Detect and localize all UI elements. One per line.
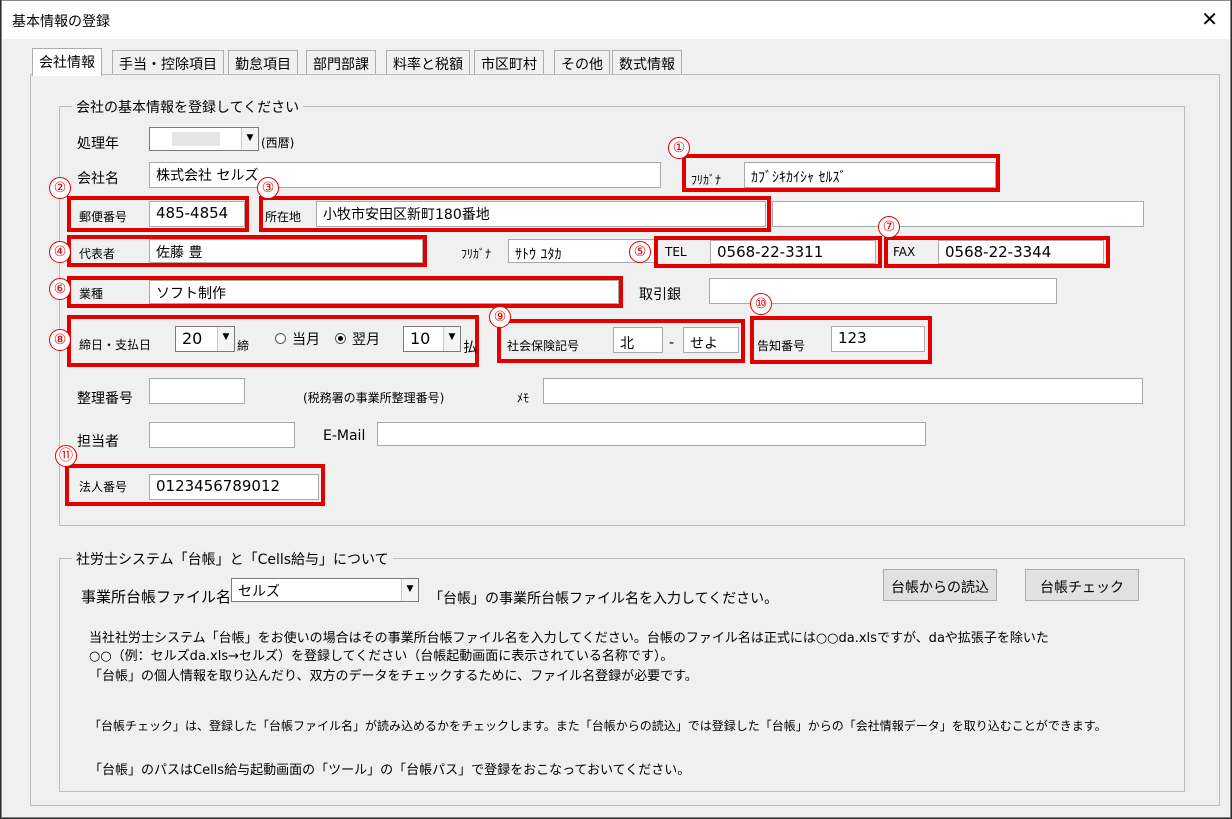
closing-suffix: 締	[237, 339, 250, 353]
marker-8: ⑧	[49, 329, 71, 351]
tab-panel: 会社の基本情報を登録してください 処理年 ▼ (西暦) 会社名 株式会社 セルズ…	[30, 74, 1220, 806]
person-label: 担当者	[77, 434, 119, 450]
note-line: 「台帳」の個人情報を取り込んだり、双方のデータをチェックするために、ファイル名登…	[89, 669, 698, 684]
tab-allowance[interactable]: 手当・控除項目	[112, 50, 224, 74]
fax-input[interactable]: 0568-22-3344	[938, 240, 1104, 264]
corp-no-label: 法人番号	[79, 480, 128, 494]
radio-next-month[interactable]	[335, 333, 346, 344]
notice-input[interactable]: 123	[831, 326, 925, 352]
marker-10: ⑩	[750, 293, 772, 315]
company-name-input[interactable]: 株式会社 セルズ	[149, 162, 661, 188]
radio-this-month-label: 当月	[292, 332, 320, 348]
social-input-2[interactable]: せよ	[683, 327, 739, 353]
marker-9: ⑨	[489, 306, 511, 328]
rep-label: 代表者	[79, 247, 116, 261]
memo-label: ﾒﾓ	[517, 391, 530, 405]
pay-day-select[interactable]: 10 ▼	[403, 326, 461, 352]
person-input[interactable]	[149, 422, 295, 448]
furigana-rep-label: ﾌﾘｶﾞﾅ	[461, 247, 492, 261]
marker-2: ②	[49, 177, 71, 199]
ref-input[interactable]	[149, 378, 245, 404]
check-ledger-button[interactable]: 台帳チェック	[1025, 569, 1139, 601]
fiscal-year-select[interactable]: ▼	[149, 127, 259, 151]
notice-label: 告知番号	[757, 339, 806, 353]
tab-cities[interactable]: 市区町村	[474, 50, 544, 74]
closing-label: 締日・支払日	[79, 338, 152, 352]
group-legend: 会社の基本情報を登録してください	[72, 97, 304, 117]
address-input[interactable]: 小牧市安田区新町180番地	[316, 201, 766, 227]
social-label: 社会保険記号	[507, 339, 580, 353]
ref-label: 整理番号	[77, 391, 133, 407]
fiscal-year-label: 処理年	[77, 136, 119, 152]
address2-input[interactable]	[772, 201, 1144, 227]
ledger-file-select[interactable]: セルズ ▼	[231, 578, 419, 602]
title-bar: 基本情報の登録 ✕	[2, 1, 1230, 39]
marker-3: ③	[257, 177, 279, 199]
chevron-down-icon[interactable]: ▼	[217, 327, 234, 351]
ref-note: (税務署の事業所整理番号)	[303, 391, 445, 405]
marker-6: ⑥	[49, 278, 71, 300]
chevron-down-icon[interactable]: ▼	[241, 128, 258, 150]
chevron-down-icon[interactable]: ▼	[401, 579, 418, 601]
tab-formula[interactable]: 数式情報	[612, 50, 682, 74]
corp-no-input[interactable]: 0123456789012	[149, 474, 319, 500]
radio-this-month[interactable]	[275, 333, 286, 344]
furigana-company-label: ﾌﾘｶﾞﾅ	[691, 173, 722, 187]
postal-label: 郵便番号	[79, 210, 128, 224]
social-input-1[interactable]: 北	[613, 327, 663, 353]
bank-label: 取引銀	[639, 287, 681, 303]
close-icon[interactable]: ✕	[1201, 7, 1218, 31]
tab-rates[interactable]: 料率と税額	[386, 50, 470, 74]
chevron-down-icon[interactable]: ▼	[443, 327, 460, 351]
tab-company[interactable]: 会社情報	[32, 48, 102, 76]
window-title: 基本情報の登録	[12, 14, 110, 30]
ledger-file-value: セルズ	[238, 584, 280, 600]
industry-label: 業種	[79, 287, 104, 301]
company-name-label: 会社名	[77, 171, 119, 187]
marker-4: ④	[49, 241, 71, 263]
group-legend-ledger: 社労士システム「台帳」と「Cells給与」について	[72, 549, 393, 569]
email-label: E-Mail	[323, 428, 366, 444]
marker-1: ①	[668, 137, 690, 159]
note-line: 当社社労士システム「台帳」をお使いの場合はその事業所台帳ファイル名を入力してくだ…	[89, 631, 1049, 646]
pay-suffix: 払	[463, 340, 477, 356]
email-input[interactable]	[377, 422, 926, 446]
tel-label: TEL	[665, 245, 687, 259]
note-line: 「台帳チェック」は、登録した「台帳ファイル名」が読み込めるかをチェックします。ま…	[89, 719, 1107, 733]
tab-departments[interactable]: 部門部課	[306, 50, 376, 74]
ledger-file-label: 事業所台帳ファイル名	[81, 588, 232, 606]
address-label: 所在地	[265, 210, 302, 224]
pay-day-value: 10	[410, 329, 431, 348]
note-line: ○○（例：セルズda.xls→セルズ）を登録してください（台帳起動画面に表示され…	[89, 649, 674, 664]
tel-input[interactable]: 0568-22-3311	[710, 240, 876, 264]
fiscal-year-suffix: (西暦)	[261, 136, 295, 150]
furigana-company-input[interactable]: ｶﾌﾞｼｷｶｲｼｬ ｾﾙｽﾞ	[744, 162, 996, 188]
tab-attendance[interactable]: 勤怠項目	[228, 50, 298, 74]
ledger-file-hint: 「台帳」の事業所台帳ファイル名を入力してください。	[429, 591, 779, 607]
postal-input[interactable]: 485-4854	[149, 201, 245, 227]
radio-next-month-label: 翌月	[352, 332, 380, 348]
closing-day-value: 20	[182, 329, 203, 348]
note-line: 「台帳」のパスはCells給与起動画面の「ツール」の「台帳パス」で登録をおこなっ…	[89, 763, 691, 778]
marker-5: ⑤	[629, 241, 651, 263]
memo-input[interactable]	[543, 378, 1143, 404]
social-dash: -	[669, 335, 675, 351]
rep-input[interactable]: 佐藤 豊	[149, 239, 423, 263]
tab-other[interactable]: その他	[554, 50, 610, 74]
marker-7: ⑦	[878, 216, 900, 238]
fax-label: FAX	[893, 245, 916, 259]
dialog-window: 基本情報の登録 ✕ 会社情報 手当・控除項目 勤怠項目 部門部課 料率と税額 市…	[1, 0, 1231, 818]
read-ledger-button[interactable]: 台帳からの読込	[883, 569, 997, 601]
fiscal-year-value	[172, 132, 220, 146]
marker-11: ⑪	[55, 445, 77, 467]
closing-day-select[interactable]: 20 ▼	[175, 326, 235, 352]
industry-input[interactable]: ソフト制作	[149, 280, 619, 304]
